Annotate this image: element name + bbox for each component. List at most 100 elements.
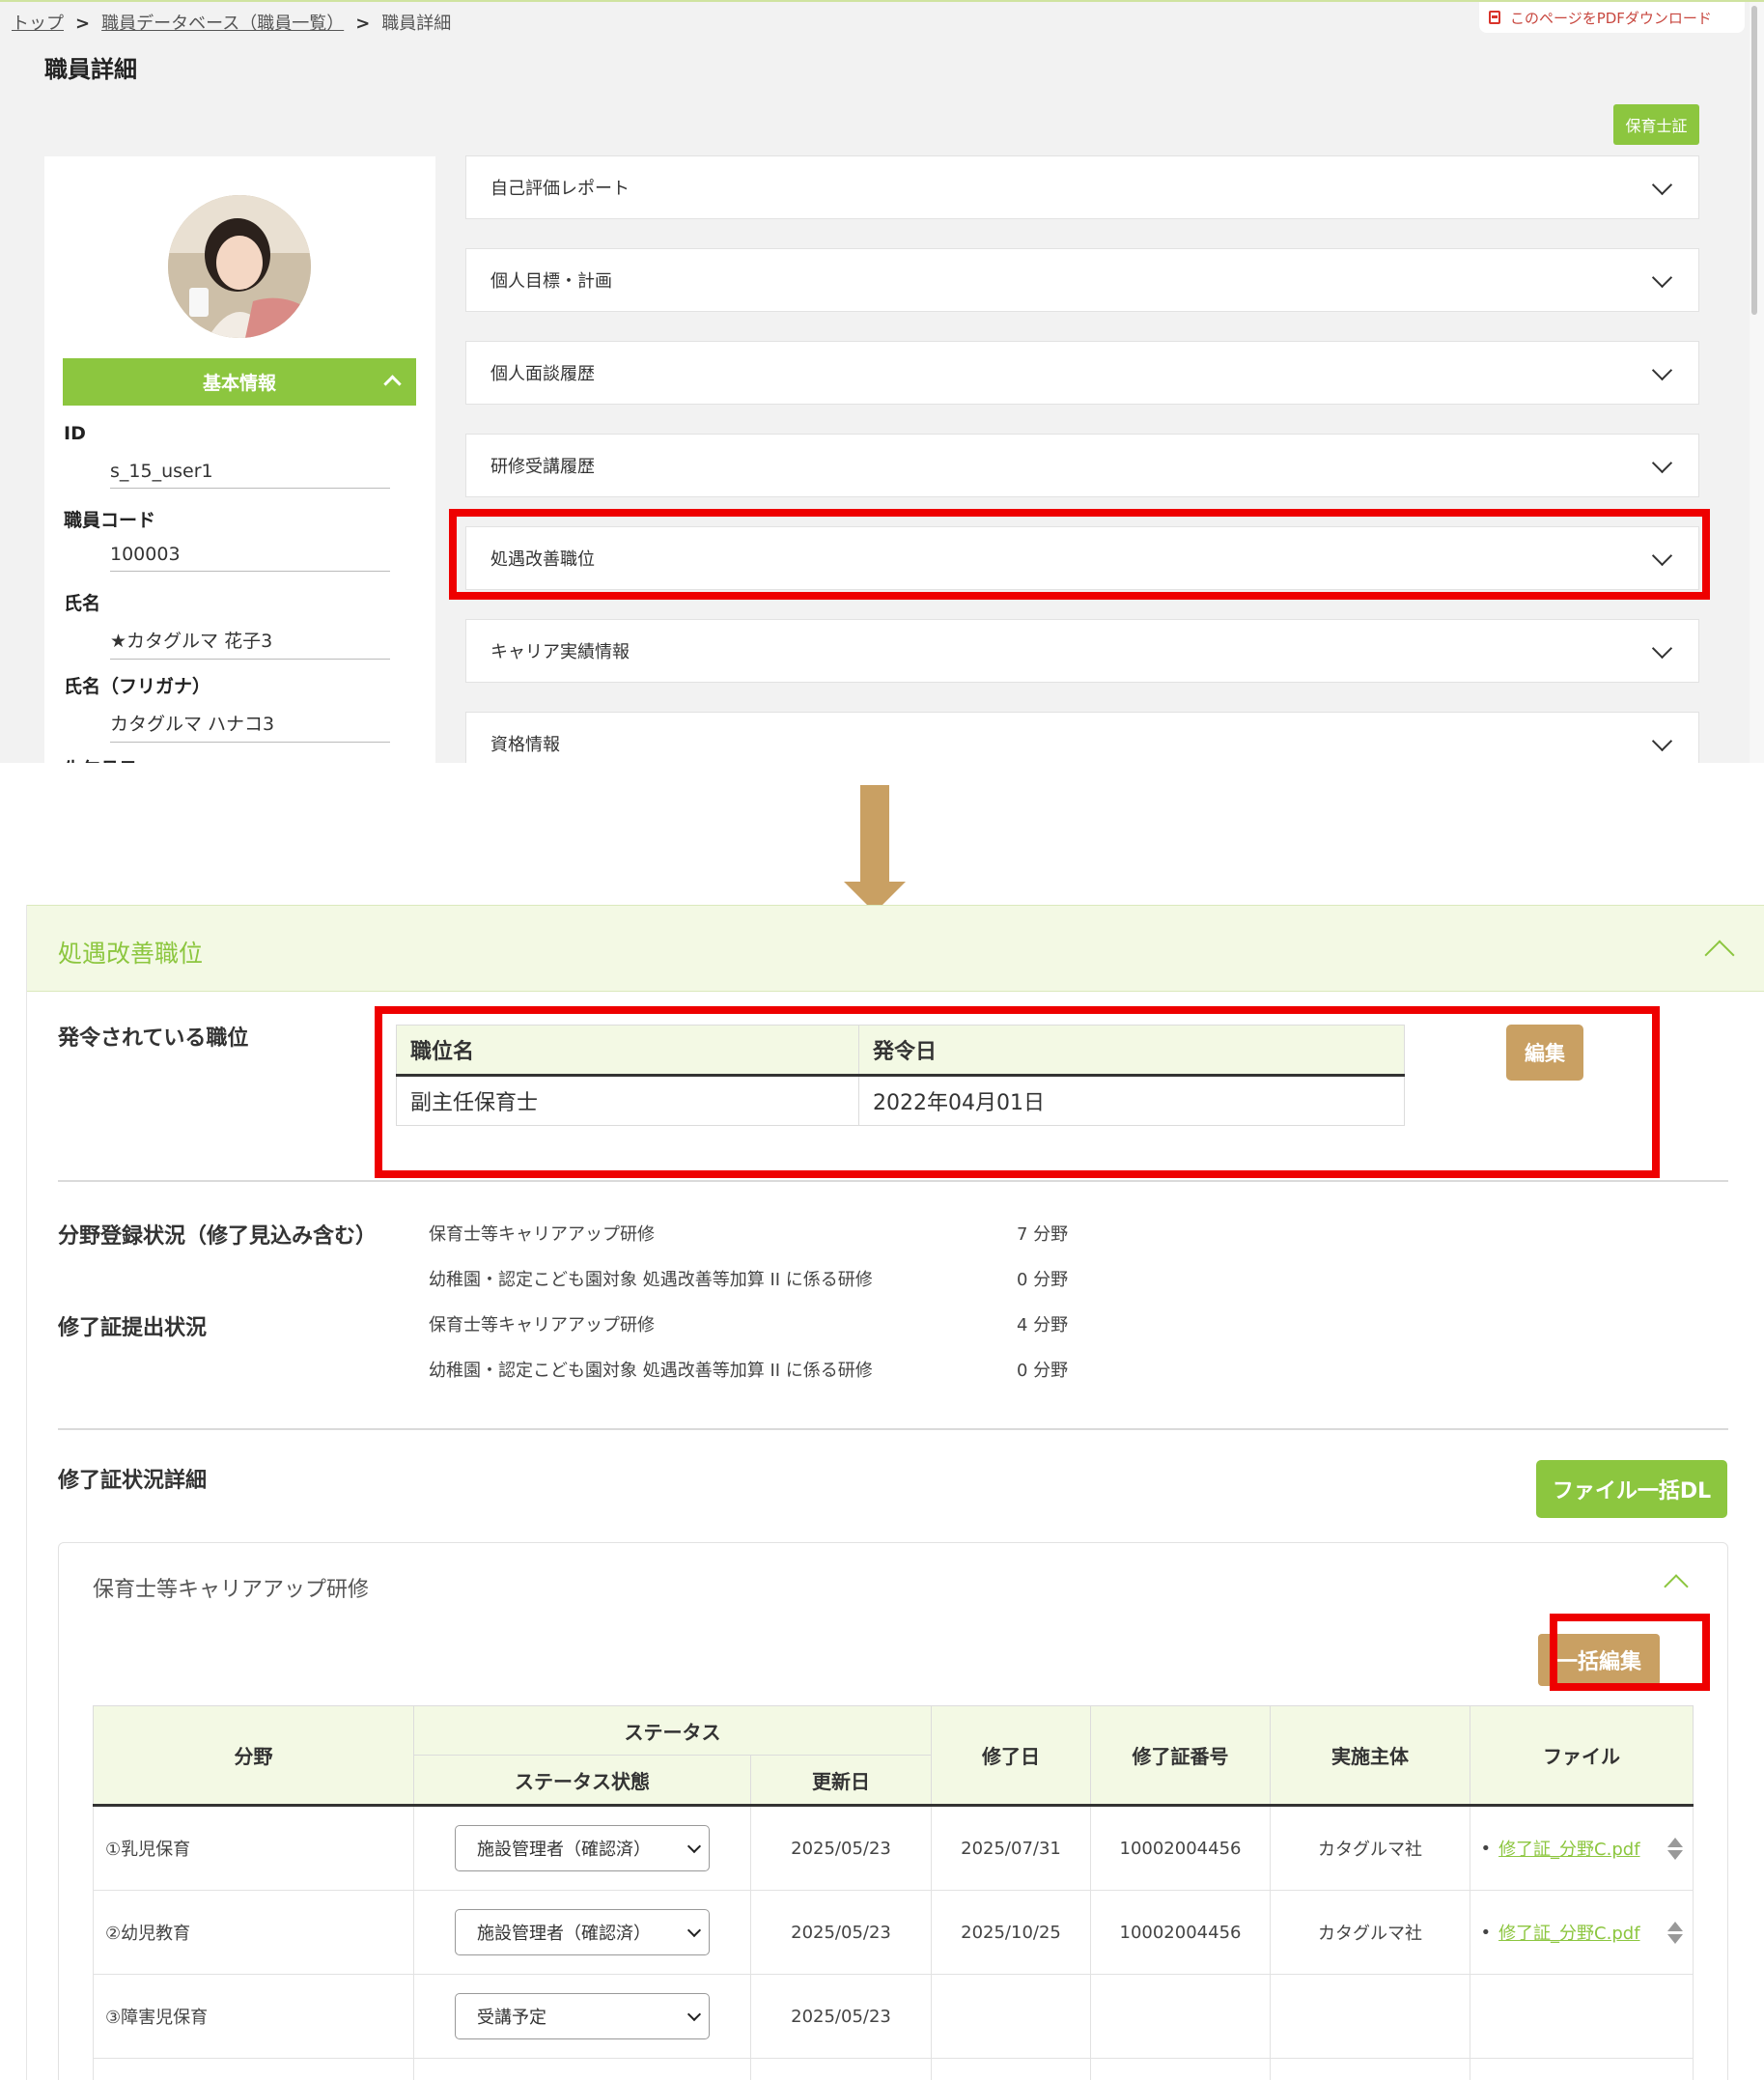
breadcrumb-top-link[interactable]: トップ [12,14,64,34]
field-cell: ②幼児教育 [93,1890,414,1975]
field-label-staff-code: 職員コード [64,510,156,531]
chevron-down-icon [1651,267,1673,289]
cert-number-cell: 10002004456 [1090,1890,1271,1975]
table-row: ②幼児教育 施設管理者（確認済） 2025/05/23 2025/10/25 1… [93,1890,1694,1975]
basic-info-toggle[interactable]: 基本情報 [63,358,416,406]
accordion-label: 個人面談履歴 [490,364,595,384]
registration-status-label: 分野登録状況（修了見込み含む） [58,1224,378,1249]
accordion-label: 自己評価レポート [490,179,630,199]
pdf-download-link[interactable]: このページをPDFダウンロード [1479,2,1745,33]
table-row: ③障害児保育 受講予定 2025/05/23 [93,1974,1694,2059]
completion-date-header: 修了日 [931,1705,1091,1807]
chevron-up-icon[interactable] [1664,1574,1689,1599]
organizer-cell [1270,2058,1470,2080]
profile-card: 基本情報 ID s_15_user1 職員コード 100003 氏名 ★カタグル… [44,156,435,763]
accordion-label: 個人目標・計画 [490,271,612,292]
stat-name: 幼稚園・認定こども園対象 処遇改善等加算 II に係る研修 [429,1361,873,1381]
status-select[interactable]: 受講予定 [455,1993,710,2039]
stat-name: 幼稚園・認定こども園対象 処遇改善等加算 II に係る研修 [429,1270,873,1290]
breadcrumb: トップ > 職員データベース（職員一覧） > 職員詳細 [12,14,452,34]
file-header: ファイル [1470,1705,1694,1807]
divider [58,1180,1728,1182]
accordion-self-evaluation[interactable]: 自己評価レポート [465,155,1699,219]
pdf-icon [1489,10,1502,25]
chevron-down-icon [1651,174,1673,196]
table-row: ①乳児保育 施設管理者（確認済） 2025/05/23 2025/07/31 1… [93,1805,1694,1891]
page-title: 職員詳細 [44,56,137,83]
cert-number-cell [1090,2058,1271,2080]
organizer-header: 実施主体 [1270,1705,1470,1807]
accordion-label: 資格情報 [490,735,560,755]
sort-icon[interactable] [1666,1921,1683,1944]
completion-cell: 2025/10/25 [931,1890,1091,1975]
bulk-download-button[interactable]: ファイル一括DL [1536,1460,1727,1518]
accordion-label: キャリア実績情報 [490,642,630,662]
field-value-id: s_15_user1 [110,461,390,489]
top-screenshot: トップ > 職員データベース（職員一覧） > 職員詳細 このページをPDFダウンロード … [0,0,1764,763]
organizer-cell [1270,1974,1470,2059]
file-cell [1470,1974,1694,2059]
field-value-name: ★カタグルマ 花子3 [110,627,390,660]
field-cell: ③障害児保育 [93,1974,414,2059]
updated-cell: 2025/05/23 [750,1974,932,2059]
chevron-down-icon [686,1839,702,1853]
chevron-down-icon [686,1923,702,1937]
updated-cell: 2025/05/23 [750,1805,932,1891]
highlight-box [1550,1614,1710,1691]
cert-button[interactable]: 保育士証 [1613,104,1699,145]
file-cell: • 修了証_分野C.pdf [1470,1805,1694,1891]
field-value-staff-code: 100003 [110,544,390,572]
file-link[interactable]: 修了証_分野C.pdf [1498,1836,1639,1861]
scrollbar-thumb[interactable] [1751,6,1757,315]
status-cell: 施設管理者（確認済） [413,1890,751,1975]
field-cell [93,2058,414,2080]
pdf-download-label: このページをPDFダウンロード [1510,9,1712,27]
chevron-down-icon [1651,452,1673,474]
status-state-header: ステータス状態 [413,1755,751,1807]
accordion-interview-history[interactable]: 個人面談履歴 [465,341,1699,405]
breadcrumb-staff-db-link[interactable]: 職員データベース（職員一覧） [101,14,344,34]
assigned-position-label: 発令されている職位 [58,1026,249,1051]
accordion-qualifications[interactable]: 資格情報 [465,712,1699,763]
cert-number-cell: 10002004456 [1090,1805,1271,1891]
organizer-cell: カタグルマ社 [1270,1890,1470,1975]
bullet-icon: • [1480,1922,1492,1943]
breadcrumb-current: 職員詳細 [381,14,452,34]
down-arrow-icon [860,785,889,882]
avatar [168,195,311,338]
field-label-id: ID [64,423,86,444]
file-link[interactable]: 修了証_分野C.pdf [1498,1920,1639,1945]
chevron-down-icon [1651,359,1673,381]
accordion-personal-goals[interactable]: 個人目標・計画 [465,248,1699,312]
status-select-value: 施設管理者（確認済） [477,1840,651,1860]
highlight-box [375,1006,1660,1178]
completion-cell: 2025/07/31 [931,1805,1091,1891]
status-select[interactable]: 施設管理者（確認済） [455,1825,710,1871]
accordion-career-record[interactable]: キャリア実績情報 [465,619,1699,683]
cert-number-cell [1090,1974,1271,2059]
chevron-up-icon [383,375,402,393]
chevron-down-icon [1651,730,1673,752]
accordion-training-history[interactable]: 研修受講履歴 [465,434,1699,497]
details-label: 修了証状況詳細 [58,1469,208,1493]
table-row [93,2058,1694,2080]
field-cell: ①乳児保育 [93,1805,414,1891]
section-header[interactable]: 処遇改善職位 [27,905,1764,992]
bullet-icon: • [1480,1838,1492,1859]
basic-info-label: 基本情報 [202,373,276,394]
updated-header: 更新日 [750,1755,932,1807]
field-label-birthdate: 生年月日 [64,755,137,763]
stat-name: 保育士等キャリアアップ研修 [429,1224,655,1245]
status-select[interactable]: 施設管理者（確認済） [455,1909,710,1955]
file-cell [1470,2058,1694,2080]
stat-count: 0 分野 [1017,1361,1069,1381]
accordion-label: 研修受講履歴 [490,457,595,477]
field-label-name: 氏名 [64,593,101,614]
stat-count: 4 分野 [1017,1315,1069,1335]
bottom-screenshot: 処遇改善職位 発令されている職位 職位名 発令日 副主任保育士 2022年04月… [26,905,1764,2080]
certificate-table: 分野 ステータス 修了日 修了証番号 実施主体 ファイル ステータス状態 更新日… [93,1705,1694,2080]
completion-cell [931,1974,1091,2059]
status-header: ステータス [413,1705,932,1756]
sort-icon[interactable] [1666,1837,1683,1860]
status-select-value: 受講予定 [477,2008,546,2028]
